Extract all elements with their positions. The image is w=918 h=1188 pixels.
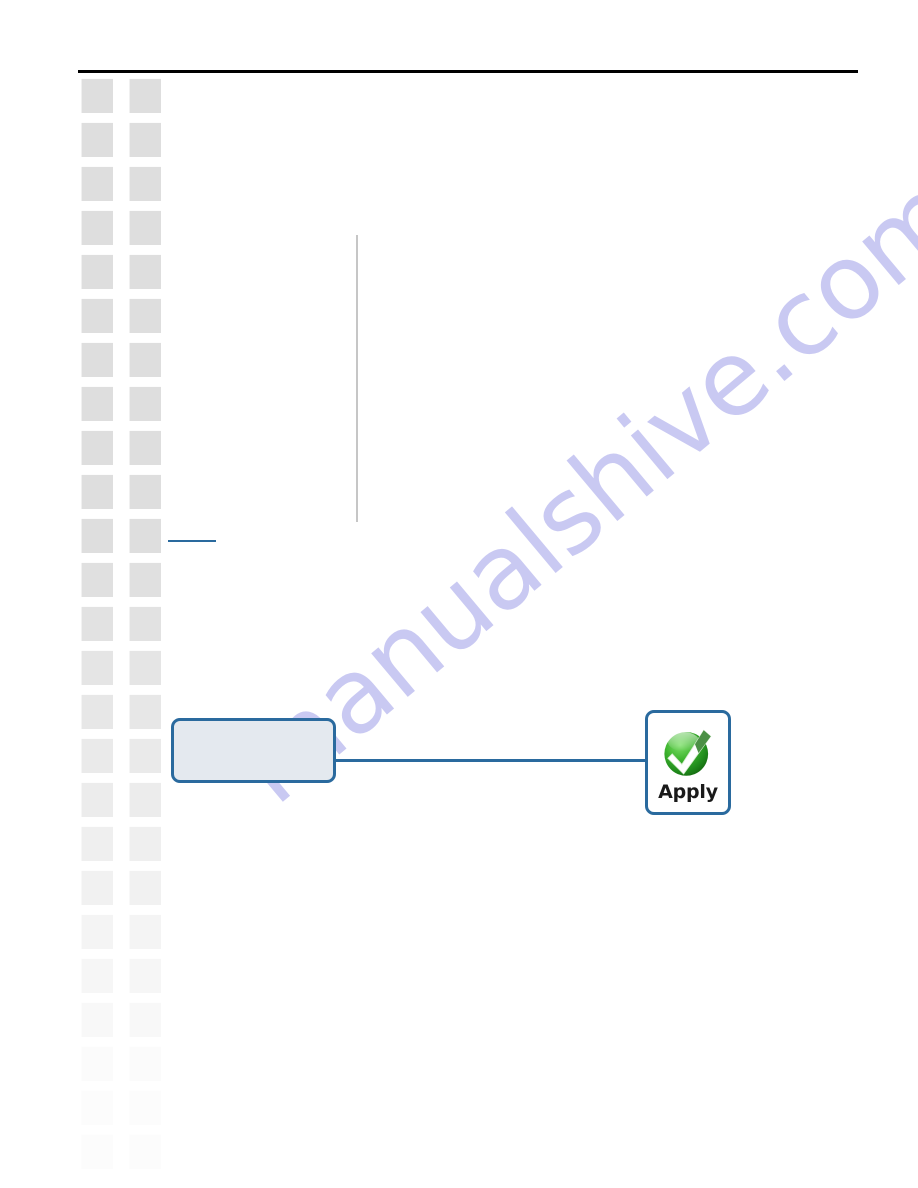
redacted-text-block	[81, 430, 113, 465]
redacted-text-block	[81, 782, 113, 817]
redacted-text-block	[129, 782, 161, 817]
redacted-text-block	[129, 606, 161, 641]
redacted-text-block	[81, 386, 113, 421]
redacted-text-block	[81, 166, 113, 201]
redacted-text-block	[129, 386, 161, 421]
redacted-text-row	[81, 606, 201, 641]
redacted-text-block	[129, 914, 161, 949]
redacted-text-row	[81, 650, 201, 685]
redacted-text-block	[129, 342, 161, 377]
redacted-text-block	[129, 430, 161, 465]
redacted-text-block	[81, 122, 113, 157]
redacted-text-row	[81, 562, 201, 597]
redacted-text-block	[129, 1002, 161, 1037]
redacted-text-row	[81, 430, 201, 465]
redacted-text-block	[81, 650, 113, 685]
redacted-text-row	[81, 342, 201, 377]
redacted-text-block	[81, 1002, 113, 1037]
redacted-text-block	[81, 606, 113, 641]
redacted-text-columns	[0, 0, 200, 1188]
redacted-text-row	[81, 386, 201, 421]
redacted-text-block	[129, 78, 161, 113]
redacted-text-row	[81, 298, 201, 333]
redacted-text-block	[129, 254, 161, 289]
redacted-text-row	[81, 210, 201, 245]
redacted-text-block	[129, 298, 161, 333]
redacted-text-block	[81, 1090, 113, 1125]
callout-connector-line	[334, 759, 647, 762]
redacted-text-block	[129, 826, 161, 861]
redacted-text-block	[129, 474, 161, 509]
redacted-text-block	[81, 474, 113, 509]
redacted-text-block	[129, 166, 161, 201]
redacted-text-row	[81, 254, 201, 289]
redacted-text-block	[81, 914, 113, 949]
redacted-text-block	[129, 1090, 161, 1125]
redacted-text-block	[81, 738, 113, 773]
redacted-text-row	[81, 122, 201, 157]
redacted-text-row	[81, 826, 201, 861]
redacted-text-block	[81, 298, 113, 333]
redacted-text-block	[81, 870, 113, 905]
apply-button-label: Apply	[658, 781, 718, 803]
redacted-text-row	[81, 78, 201, 113]
redacted-text-block	[129, 958, 161, 993]
redacted-text-block	[129, 1046, 161, 1081]
redacted-text-row	[81, 1090, 201, 1125]
redacted-text-block	[81, 518, 113, 553]
empty-field-box[interactable]	[171, 718, 336, 783]
redacted-text-block	[81, 342, 113, 377]
vertical-divider	[356, 235, 358, 522]
blue-underline-rule	[168, 540, 216, 542]
redacted-text-row	[81, 474, 201, 509]
redacted-text-block	[129, 738, 161, 773]
apply-button[interactable]: Apply	[645, 710, 731, 815]
redacted-text-row	[81, 1134, 201, 1169]
document-page: manualshive.com Apply	[0, 0, 918, 1188]
redacted-text-block	[81, 210, 113, 245]
redacted-text-block	[81, 958, 113, 993]
redacted-text-block	[81, 1134, 113, 1169]
redacted-text-block	[129, 1134, 161, 1169]
green-check-circle-icon	[664, 729, 712, 776]
redacted-text-row	[81, 1046, 201, 1081]
redacted-text-row	[81, 1002, 201, 1037]
redacted-text-row	[81, 914, 201, 949]
redacted-text-block	[129, 870, 161, 905]
redacted-text-block	[81, 1046, 113, 1081]
redacted-text-row	[81, 166, 201, 201]
redacted-text-row	[81, 782, 201, 817]
redacted-text-block	[81, 254, 113, 289]
redacted-text-block	[81, 826, 113, 861]
redacted-text-block	[81, 78, 113, 113]
redacted-text-block	[129, 562, 161, 597]
redacted-text-block	[129, 210, 161, 245]
redacted-text-block	[129, 122, 161, 157]
redacted-text-block	[129, 650, 161, 685]
redacted-text-row	[81, 870, 201, 905]
redacted-text-row	[81, 518, 201, 553]
redacted-text-block	[129, 694, 161, 729]
redacted-text-block	[129, 518, 161, 553]
redacted-text-block	[81, 694, 113, 729]
redacted-text-row	[81, 958, 201, 993]
redacted-text-block	[81, 562, 113, 597]
